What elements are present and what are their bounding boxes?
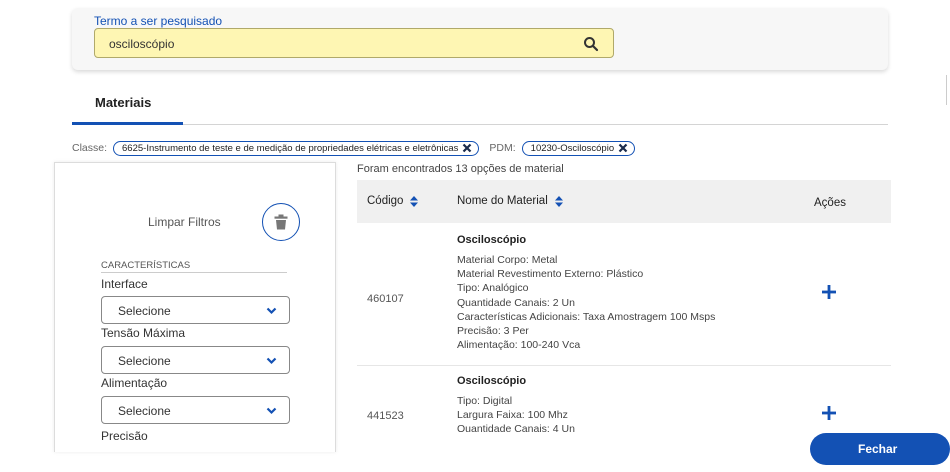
pdm-filter-key: PDM:: [489, 142, 516, 154]
table-row: 460107 Osciloscópio Material Corpo: Meta…: [357, 233, 891, 363]
tab-materiais[interactable]: Materiais: [95, 95, 151, 110]
material-description: Osciloscópio Material Corpo: Metal Mater…: [457, 233, 715, 352]
material-attribute: Precisão: 3 Per: [457, 325, 529, 338]
alimentacao-label: Alimentação: [101, 376, 168, 390]
add-icon[interactable]: [822, 406, 836, 420]
material-title: Osciloscópio: [457, 234, 527, 246]
material-attribute: Características Adicionais: Taxa Amostra…: [457, 310, 716, 323]
pdm-filter-value: 10230-Osciloscópio: [530, 142, 615, 154]
scrollbar-edge: [946, 75, 947, 105]
search-input[interactable]: osciloscópio: [94, 28, 614, 58]
material-attribute: Material Corpo: Metal: [457, 254, 558, 266]
classe-filter-chip: 6625-Instrumento de teste e de medição d…: [113, 140, 480, 156]
name-column-header[interactable]: Nome do Material: [457, 195, 563, 207]
sort-icon[interactable]: [410, 195, 419, 207]
material-attribute: Tipo: Digital: [457, 395, 513, 407]
alimentacao-select-value: Selecione: [118, 404, 171, 418]
search-label: Termo a ser pesquisado: [94, 14, 223, 28]
pdm-filter-chip: 10230-Osciloscópio: [521, 140, 636, 156]
tensao-maxima-select-value: Selecione: [118, 354, 171, 368]
material-attribute: Quantidade Canais: 2 Un: [457, 296, 575, 309]
material-code: 441523: [367, 410, 404, 422]
active-filters: Classe: 6625-Instrumento de teste e de m…: [72, 139, 645, 157]
actions-column-header: Ações: [814, 197, 846, 209]
material-description: Osciloscópio Tipo: Digital Largura Faixa…: [457, 374, 575, 432]
chevron-down-icon: [266, 407, 277, 415]
code-column-header[interactable]: Código: [367, 195, 419, 207]
row-divider: [357, 365, 891, 366]
classe-filter-value: 6625-Instrumento de teste e de medição d…: [122, 142, 459, 154]
chevron-down-icon: [266, 307, 277, 315]
material-attribute: Quantidade Canais: 4 Un: [457, 423, 575, 432]
code-column-label: Código: [367, 195, 404, 207]
interface-select[interactable]: Selecione: [101, 296, 290, 324]
classe-filter-key: Classe:: [72, 142, 108, 154]
chevron-down-icon: [266, 357, 277, 365]
close-icon[interactable]: [462, 143, 472, 153]
clear-filters-label: Limpar Filtros: [148, 215, 221, 229]
material-attribute: Largura Faixa: 100 Mhz: [457, 409, 568, 422]
alimentacao-select[interactable]: Selecione: [101, 396, 290, 424]
add-icon[interactable]: [822, 285, 836, 299]
filters-sidebar: Limpar Filtros CARACTERÍSTICAS Interface…: [54, 162, 336, 452]
tensao-maxima-label: Tensão Máxima: [101, 326, 186, 340]
tab-active-indicator: [72, 122, 183, 125]
material-code: 460107: [367, 293, 404, 305]
search-card: Termo a ser pesquisado osciloscópio: [72, 8, 888, 70]
interface-label: Interface: [101, 277, 148, 291]
section-divider: [101, 272, 287, 273]
material-attribute: Tipo: Analógico: [457, 282, 529, 295]
tensao-maxima-select[interactable]: Selecione: [101, 346, 290, 374]
search-icon[interactable]: [583, 36, 599, 52]
results-table-header: Código Nome do Material Ações: [357, 180, 891, 223]
close-icon[interactable]: [618, 143, 628, 153]
material-attribute: Material Revestimento Externo: Plástico: [457, 268, 644, 281]
sort-icon[interactable]: [554, 195, 563, 207]
name-column-label: Nome do Material: [457, 195, 548, 207]
close-button[interactable]: Fechar: [810, 433, 950, 465]
material-title: Osciloscópio: [457, 375, 527, 387]
result-count: Foram encontrados 13 opções de material: [357, 163, 564, 175]
material-attribute: Alimentação: 100-240 Vca: [457, 339, 581, 352]
tab-divider: [72, 124, 888, 125]
table-row: 441523 Osciloscópio Tipo: Digital Largur…: [357, 374, 891, 432]
interface-select-value: Selecione: [118, 304, 171, 318]
clear-filters-button[interactable]: [262, 203, 300, 241]
search-input-value: osciloscópio: [109, 37, 175, 51]
trash-icon: [274, 214, 288, 230]
characteristics-section-title: CARACTERÍSTICAS: [101, 260, 191, 271]
precisao-label: Precisão: [101, 429, 148, 443]
